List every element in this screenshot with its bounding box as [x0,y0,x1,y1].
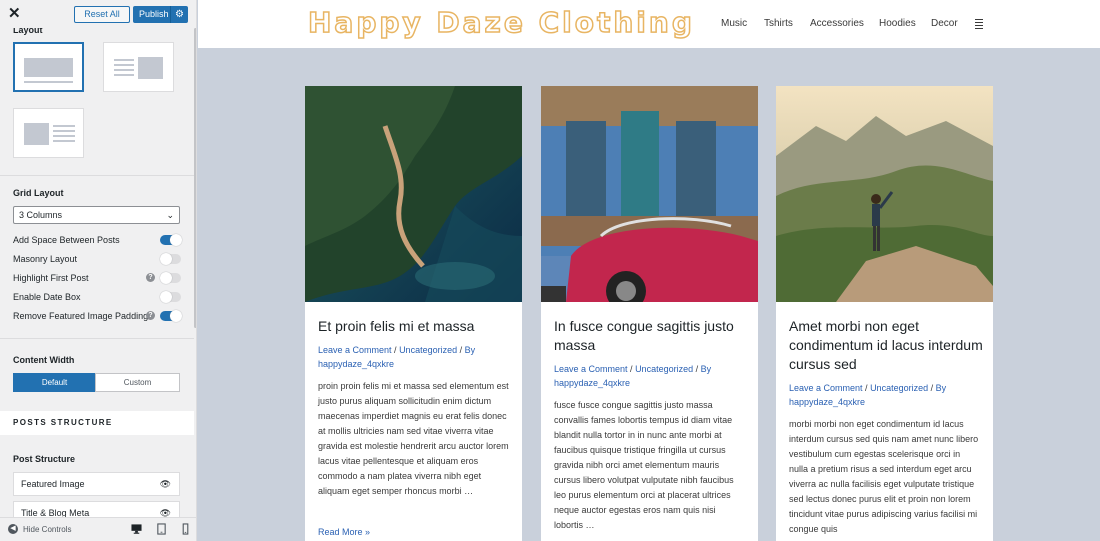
comment-link[interactable]: Leave a Comment [554,364,628,374]
nav-item-decor[interactable]: Decor [931,18,958,29]
post-title[interactable]: Amet morbi non eget condimentum id lacus… [789,317,984,374]
toggle-row: Add Space Between Posts [13,233,182,247]
post-excerpt: fusce fusce congue sagittis justo massa … [554,400,734,530]
category-link[interactable]: Uncategorized [399,345,457,355]
grid-layout-value: 3 Columns [19,210,63,220]
toggle-row: Masonry Layout [13,252,181,266]
toggle-label: Enable Date Box [13,292,81,302]
divider [0,338,194,339]
sidebar-scrollbar[interactable] [194,28,196,328]
post-meta: Leave a Comment / Uncategorized / By happ… [318,345,476,369]
read-more-link[interactable]: Read More » [318,527,370,537]
category-link[interactable]: Uncategorized [870,383,928,393]
posts-structure-header: POSTS STRUCTURE [0,411,194,435]
post-structure-item-featured-image[interactable]: Featured Image 👁 [13,472,180,496]
gear-icon[interactable]: ⚙ [170,6,184,23]
customizer-footer: ◀ Hide Controls [0,517,196,541]
post-image-coast[interactable] [305,86,522,302]
post-title[interactable]: In fusce congue sagittis justo massa [554,317,749,355]
toggle-switch[interactable] [160,253,181,265]
nav-item-accessories[interactable]: Accessories [810,18,864,29]
author-link[interactable]: happydaze_4qxkre [554,378,630,388]
meta-by: By [935,383,947,393]
post-title[interactable]: Et proin felis mi et massa [318,317,513,336]
chevron-down-icon: ⌄ [166,210,174,220]
toggle-switch[interactable] [160,310,182,322]
comment-link[interactable]: Leave a Comment [789,383,863,393]
post-structure-item-label: Featured Image [21,479,85,489]
toggle-switch[interactable] [160,291,181,303]
post-image-mountain-hiker[interactable] [776,86,993,302]
reset-all-button[interactable]: Reset All [74,6,130,23]
nav-item-music[interactable]: Music [721,18,747,29]
content-width-custom-button[interactable]: Custom [95,373,180,392]
tablet-preview-icon[interactable] [156,523,167,535]
nav-item-tshirts[interactable]: Tshirts [764,18,793,29]
site-header: Happy Daze Clothing Music Tshirts Access… [198,0,1100,48]
hide-controls-icon[interactable]: ◀ [8,524,18,534]
toggle-label: Remove Featured Image Padding [13,311,149,321]
publish-label: Publish [139,9,169,19]
toggle-switch[interactable] [160,234,182,246]
nav-item-hoodies[interactable]: Hoodies [879,18,916,29]
post-structure-label: Post Structure [13,454,76,464]
close-icon[interactable]: ✕ [8,5,21,23]
post-card: In fusce congue sagittis justo massa Lea… [541,86,758,541]
category-link[interactable]: Uncategorized [635,364,693,374]
help-icon[interactable]: ? [146,273,155,282]
post-meta: Leave a Comment / Uncategorized / By happ… [789,383,947,407]
toggle-row: Enable Date Box [13,290,181,304]
post-card: Et proin felis mi et massa Leave a Comme… [305,86,522,541]
meta-by: By [700,364,712,374]
toggle-label: Add Space Between Posts [13,235,120,245]
eye-icon[interactable]: 👁 [160,473,171,495]
hide-controls-button[interactable]: Hide Controls [23,525,71,534]
toggle-row: Remove Featured Image Padding? [13,309,182,323]
post-excerpt: proin proin felis mi et massa sed elemen… [318,381,509,496]
post-image-pink-car[interactable] [541,86,758,302]
mobile-preview-icon[interactable] [180,523,191,535]
divider [0,175,194,176]
customizer-sidebar: Layout Grid Layout 3 Columns ⌄ Add Space… [0,0,197,541]
layout-option-standard[interactable] [13,42,84,92]
publish-button[interactable]: Publish ⚙ [133,6,188,23]
content-width-label: Content Width [13,355,75,365]
customizer-topbar: ✕ Reset All Publish ⚙ [0,0,196,28]
content-width-default-button[interactable]: Default [13,373,96,392]
help-icon[interactable]: ? [146,311,155,320]
meta-by: By [464,345,476,355]
post-excerpt: morbi morbi non eget condimentum id lacu… [789,419,979,534]
desktop-preview-icon[interactable] [131,523,142,535]
comment-link[interactable]: Leave a Comment [318,345,392,355]
menu-icon[interactable] [975,19,983,30]
toggle-label: Masonry Layout [13,254,78,264]
post-meta: Leave a Comment / Uncategorized / By happ… [554,364,712,388]
grid-layout-select[interactable]: 3 Columns ⌄ [13,206,180,224]
post-card: Amet morbi non eget condimentum id lacus… [776,86,993,541]
author-link[interactable]: happydaze_4qxkre [318,359,394,369]
layout-option-right-image[interactable] [103,42,174,92]
site-logo[interactable]: Happy Daze Clothing [307,5,695,40]
toggle-row: Highlight First Post? [13,271,181,285]
layout-option-left-image[interactable] [13,108,84,158]
toggle-label: Highlight First Post [13,273,89,283]
grid-layout-label: Grid Layout [13,188,64,198]
toggle-switch[interactable] [160,272,181,284]
author-link[interactable]: happydaze_4qxkre [789,397,865,407]
